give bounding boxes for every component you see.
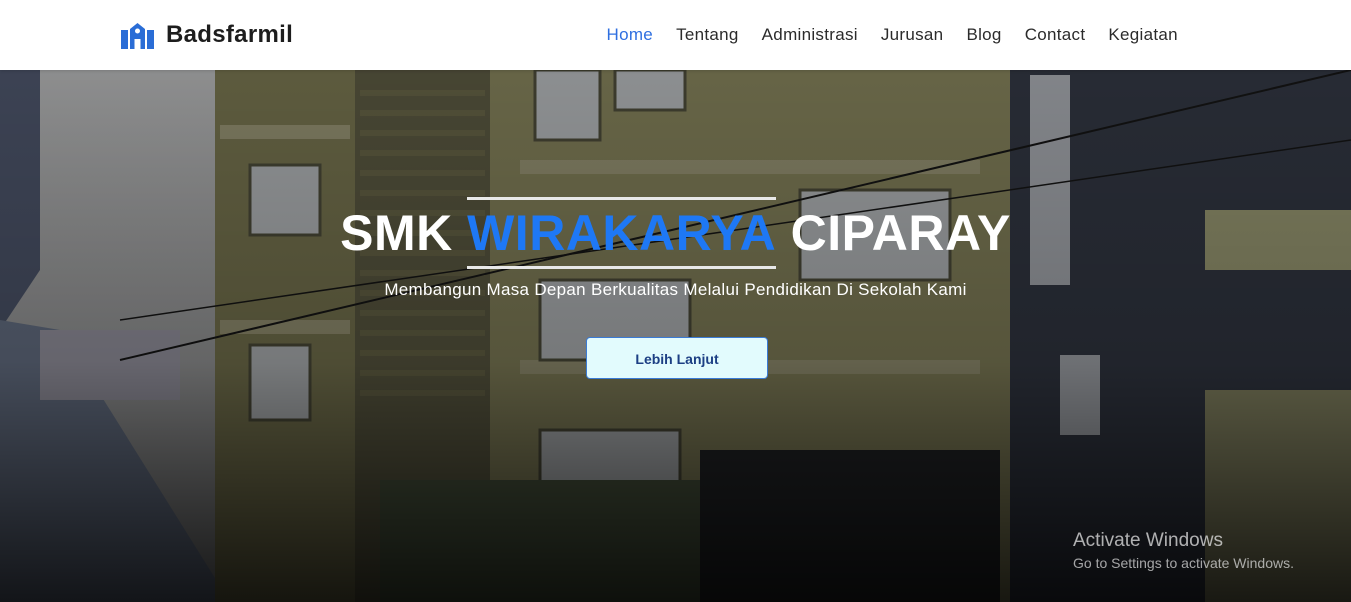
hero-subtitle: Membangun Masa Depan Berkualitas Melalui…: [384, 280, 967, 299]
nav-item-kegiatan[interactable]: Kegiatan: [1108, 24, 1178, 46]
title-suffix: CIPARAY: [776, 205, 1011, 261]
school-building-icon: [121, 23, 154, 49]
nav-item-administrasi[interactable]: Administrasi: [762, 24, 858, 46]
nav-item-jurusan[interactable]: Jurusan: [881, 24, 944, 46]
nav-item-tentang[interactable]: Tentang: [676, 24, 739, 46]
lebih-lanjut-button[interactable]: Lebih Lanjut: [586, 337, 768, 379]
brand-name: Badsfarmil: [166, 21, 294, 48]
brand[interactable]: Badsfarmil: [121, 20, 293, 50]
hero-overlay: [0, 70, 1351, 602]
hero-section: SMK WIRAKARYA CIPARAY Membangun Masa Dep…: [0, 70, 1351, 602]
title-prefix: SMK: [340, 205, 468, 261]
hero-title-wrap: SMK WIRAKARYA CIPARAY: [0, 197, 1351, 269]
nav-item-blog[interactable]: Blog: [966, 24, 1001, 46]
navbar: Badsfarmil Home Tentang Administrasi Jur…: [0, 0, 1351, 70]
title-accent: WIRAKARYA: [467, 197, 777, 269]
hero-title: SMK WIRAKARYA CIPARAY: [340, 197, 1011, 269]
nav-item-contact[interactable]: Contact: [1025, 24, 1086, 46]
watermark-title: Activate Windows: [1073, 530, 1223, 551]
watermark-subtitle: Go to Settings to activate Windows.: [1073, 555, 1294, 571]
main-nav: Home Tentang Administrasi Jurusan Blog C…: [595, 24, 1189, 46]
nav-item-home[interactable]: Home: [607, 24, 654, 46]
activate-windows-watermark: Activate Windows Go to Settings to activ…: [1073, 530, 1294, 571]
